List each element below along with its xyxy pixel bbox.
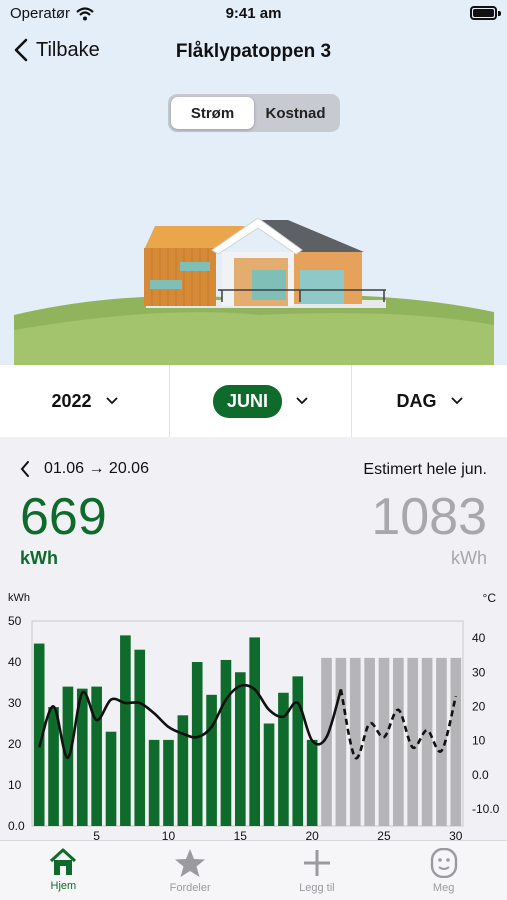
bar xyxy=(105,731,117,826)
tab-benefits-label: Fordeler xyxy=(169,882,211,894)
y-tick-label: 0.0 xyxy=(8,819,25,833)
estimated-unit: kWh xyxy=(451,548,487,568)
bar xyxy=(163,739,174,826)
bar xyxy=(306,739,318,826)
bar xyxy=(263,723,275,826)
tab-me[interactable]: Meg xyxy=(380,841,507,900)
tab-me-label: Meg xyxy=(432,882,455,894)
bar xyxy=(48,707,59,826)
y2-tick-label: 30 xyxy=(472,665,486,679)
y2-tick-label: -10.0 xyxy=(472,802,500,816)
tab-benefits[interactable]: Fordeler xyxy=(127,841,254,900)
bar xyxy=(120,635,131,826)
segment-cost[interactable]: Kostnad xyxy=(254,97,337,129)
bar xyxy=(191,662,203,826)
y-axis-label: kWh xyxy=(8,592,30,604)
x-tick-label: 10 xyxy=(162,829,176,840)
tab-add-label: Legg til xyxy=(299,882,335,894)
page-title: Flåklypatoppen 3 xyxy=(175,41,332,62)
y-tick-label: 30 xyxy=(8,696,22,710)
y2-tick-label: 10 xyxy=(472,734,486,748)
year-value: 2022 xyxy=(51,390,92,411)
bar xyxy=(235,672,246,826)
y2-tick-label: 40 xyxy=(472,631,486,645)
period-range: 01.06 → 20.06 xyxy=(44,460,149,477)
consumption-chart: kWh °C 0.0 10 20 30 40 50 -10.0 0.0 10 20 30 40 5 10 1… xyxy=(8,591,500,840)
month-selector[interactable]: JUNI xyxy=(170,365,352,437)
y-tick-label: 40 xyxy=(8,655,22,669)
chevron-left-icon[interactable] xyxy=(20,461,30,477)
tab-bar: Hjem Fordeler Legg til Meg xyxy=(0,840,507,900)
x-tick-label: 25 xyxy=(377,829,391,840)
chevron-down-icon xyxy=(450,397,463,405)
y-tick-label: 50 xyxy=(8,614,22,628)
home-icon xyxy=(50,848,77,875)
bar xyxy=(91,686,102,826)
consumed-value: 669 xyxy=(20,488,107,546)
period-selector-bar: 2022 JUNI DAG xyxy=(0,365,507,437)
bar xyxy=(292,676,304,826)
y2-tick-label: 0.0 xyxy=(472,768,489,782)
y-tick-label: 20 xyxy=(8,737,22,751)
bar xyxy=(364,657,375,826)
estimated-value: 1083 xyxy=(371,488,487,546)
period-row: 01.06 → 20.06 Estimert hele jun. xyxy=(20,460,490,484)
tab-add[interactable]: Legg til xyxy=(254,841,381,900)
house-illustration xyxy=(14,217,494,365)
view-segmented-control: Strøm Kostnad xyxy=(168,94,340,132)
year-selector[interactable]: 2022 xyxy=(0,365,170,437)
bar xyxy=(378,657,390,826)
face-icon xyxy=(430,848,457,878)
chevron-down-icon xyxy=(105,397,118,405)
bar xyxy=(134,649,146,826)
tab-home[interactable]: Hjem xyxy=(0,841,127,900)
resolution-value: DAG xyxy=(396,390,437,411)
bar xyxy=(206,694,217,826)
chevron-down-icon xyxy=(296,397,308,405)
y2-tick-label: 20 xyxy=(472,699,486,713)
plus-icon xyxy=(303,850,330,876)
consumed-unit: kWh xyxy=(20,548,58,568)
bar xyxy=(335,657,347,826)
estimate-label: Estimert hele jun. xyxy=(363,461,487,478)
bar xyxy=(450,657,462,826)
battery-icon xyxy=(470,6,497,20)
bar xyxy=(393,657,404,826)
x-tick-label: 5 xyxy=(93,829,100,840)
month-value: JUNI xyxy=(212,384,282,418)
x-tick-label: 15 xyxy=(234,829,248,840)
hero-area: Operatør 9:41 am Tilbake Flåklypatoppen … xyxy=(0,0,507,365)
status-time: 9:41 am xyxy=(225,5,282,22)
x-tick-label: 20 xyxy=(305,829,319,840)
bar xyxy=(421,657,433,826)
resolution-selector[interactable]: DAG xyxy=(352,365,507,437)
nav-bar: Tilbake Flåklypatoppen 3 xyxy=(0,30,507,74)
bar xyxy=(220,659,232,826)
star-icon xyxy=(175,849,206,877)
tab-home-label: Hjem xyxy=(50,880,77,892)
y-tick-label: 10 xyxy=(8,778,22,792)
x-tick-label: 30 xyxy=(449,829,463,840)
battery-tip xyxy=(498,11,501,16)
bar xyxy=(249,637,260,826)
status-bar: Operatør 9:41 am xyxy=(0,0,507,28)
y2-axis-label: °C xyxy=(483,591,497,605)
period-nav: 01.06 → 20.06 xyxy=(20,460,149,478)
segment-power[interactable]: Strøm xyxy=(171,97,254,129)
bar xyxy=(148,739,160,826)
